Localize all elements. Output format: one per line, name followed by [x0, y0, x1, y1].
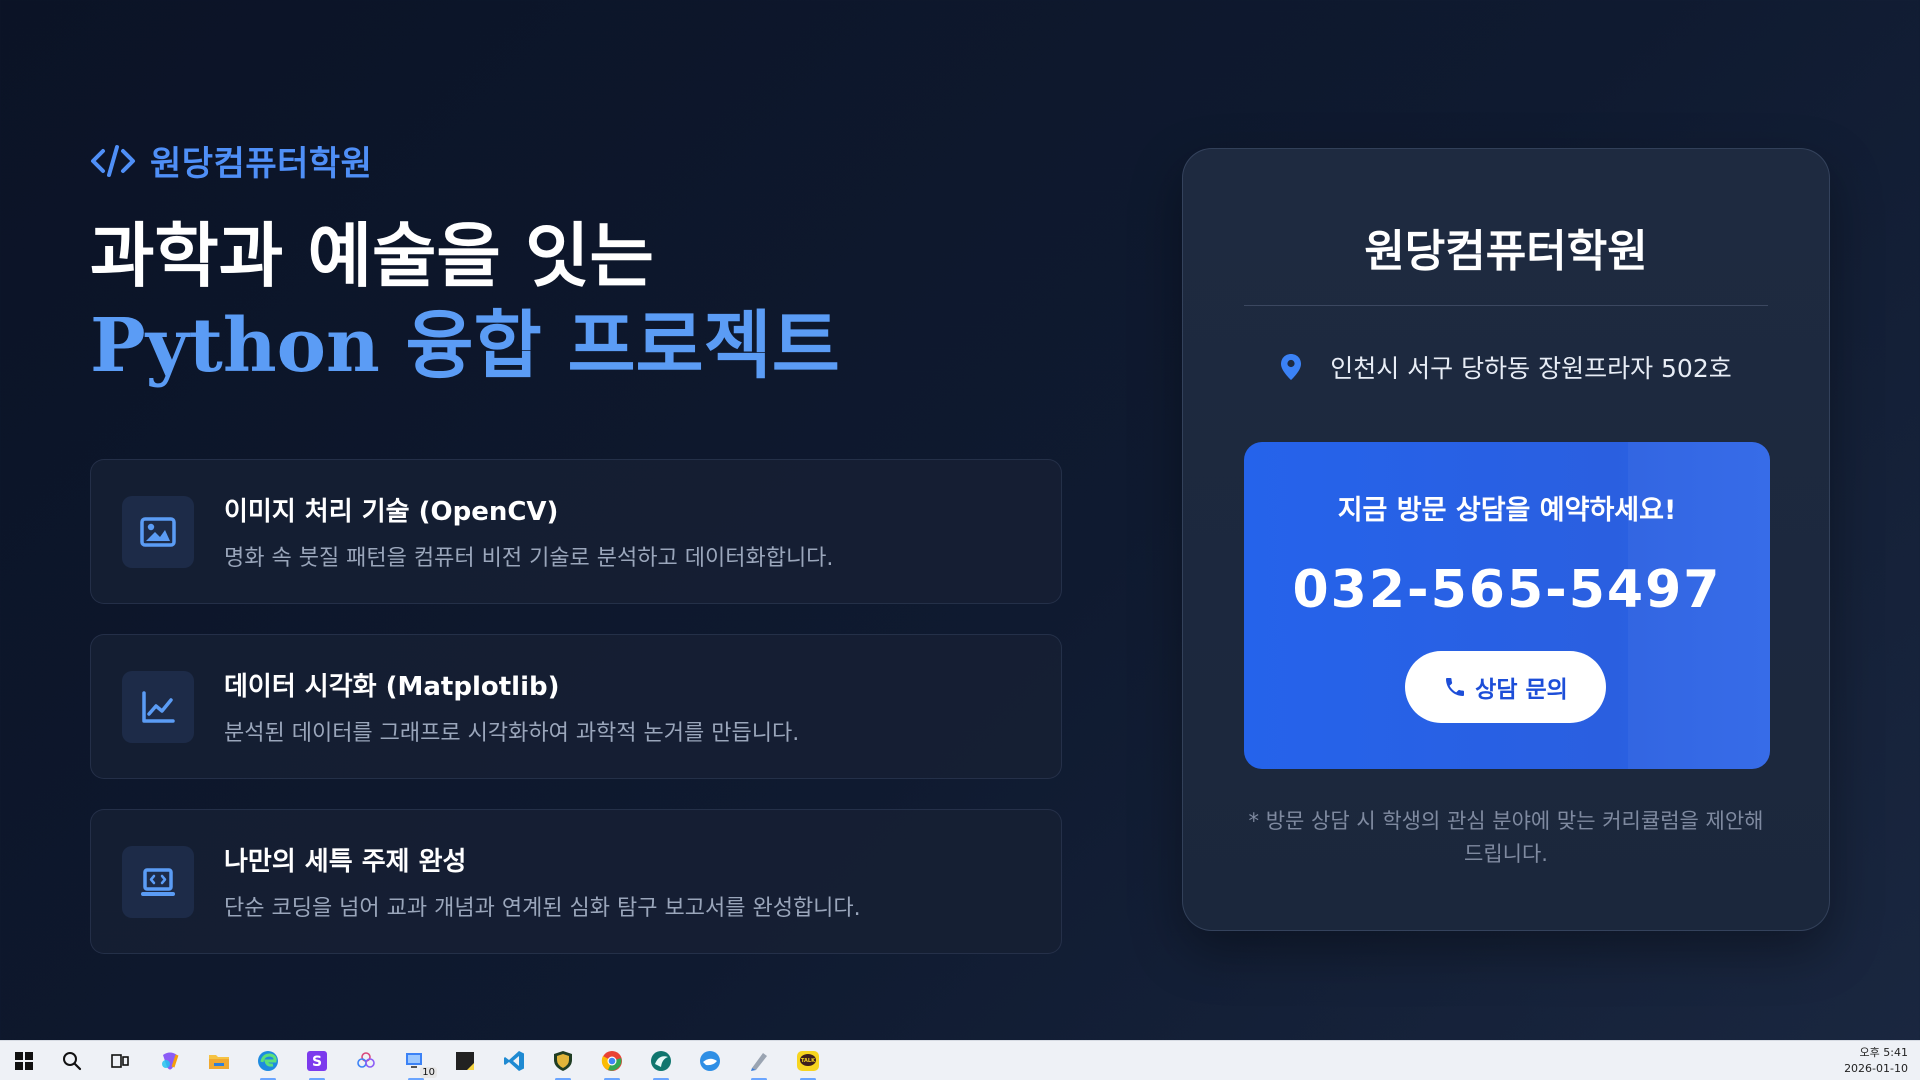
headline-line-2: Python 융합 프로젝트 [90, 303, 840, 389]
consultation-button-label: 상담 문의 [1475, 677, 1568, 703]
remote-desktop-icon[interactable]: 10 [402, 1047, 437, 1080]
brand: 원당컴퓨터학원 [90, 136, 372, 185]
feature-text: 나만의 세특 주제 완성 단순 코딩을 넘어 교과 개념과 연계된 심화 탐구 … [224, 841, 861, 922]
headline-line-1: 과학과 예술을 잇는 [90, 214, 654, 297]
app-s-icon[interactable]: S [303, 1047, 331, 1080]
app-pen-icon[interactable] [745, 1047, 773, 1080]
shield-app-icon[interactable] [549, 1047, 577, 1080]
consultation-cta: 지금 방문 상담을 예약하세요! 032-565-5497 상담 문의 [1244, 442, 1770, 769]
clock-date: 2026-01-10 [1844, 1062, 1908, 1075]
feature-description: 분석된 데이터를 그래프로 시각화하여 과학적 논거를 만듭니다. [224, 721, 800, 746]
edge-icon[interactable] [254, 1047, 282, 1080]
svg-text:S: S [312, 1054, 322, 1070]
search-icon[interactable] [58, 1047, 86, 1075]
feature-text: 데이터 시각화 (Matplotlib) 분석된 데이터를 그래프로 시각화하여… [224, 666, 799, 747]
map-pin-icon [1281, 354, 1302, 380]
svg-text:TALK: TALK [801, 1058, 816, 1064]
feature-description: 명화 속 붓질 패턴을 컴퓨터 비전 기술로 분석하고 데이터화합니다. [224, 546, 834, 571]
system-clock[interactable]: 오후 5:41 2026-01-10 [1844, 1045, 1908, 1077]
line-chart-icon [122, 670, 194, 743]
clock-time: 오후 5:41 [1859, 1046, 1908, 1059]
app-whale-icon[interactable] [696, 1047, 724, 1075]
windows-start-icon[interactable] [10, 1047, 38, 1075]
feature-title: 나만의 세특 주제 완성 [224, 847, 467, 877]
brand-name: 원당컴퓨터학원 [150, 144, 373, 184]
contact-card: 원당컴퓨터학원 인천시 서구 당하동 장원프라자 502호 지금 방문 상담을 … [1182, 148, 1830, 931]
landing-page: 원당컴퓨터학원 과학과 예술을 잇는 Python 융합 프로젝트 이미지 처리… [0, 0, 1920, 1040]
feature-description: 단순 코딩을 넘어 교과 개념과 연계된 심화 탐구 보고서를 완성합니다. [224, 896, 861, 921]
feature-list: 이미지 처리 기술 (OpenCV) 명화 속 붓질 패턴을 컴퓨터 비전 기술… [90, 459, 1062, 984]
app-swirl-icon[interactable] [647, 1047, 675, 1080]
feature-title: 데이터 시각화 (Matplotlib) [224, 672, 560, 702]
consultation-note: * 방문 상담 시 학생의 관심 분야에 맞는 커리큘럼을 제안해 드립니다. [1248, 809, 1764, 866]
consultation-button[interactable]: 상담 문의 [1405, 651, 1606, 723]
laptop-code-icon [122, 845, 194, 918]
app-flower-icon[interactable] [352, 1047, 380, 1075]
feature-card-opencv: 이미지 처리 기술 (OpenCV) 명화 속 붓질 패턴을 컴퓨터 비전 기술… [90, 459, 1062, 604]
feature-card-project: 나만의 세특 주제 완성 단순 코딩을 넘어 교과 개념과 연계된 심화 탐구 … [90, 809, 1062, 954]
copilot-icon[interactable] [156, 1047, 184, 1075]
task-view-icon[interactable] [106, 1047, 134, 1075]
vscode-icon[interactable] [500, 1047, 528, 1075]
code-brackets-icon [91, 144, 135, 177]
taskbar: S 10 TALK 오후 5:41 2026-01-10 [0, 1040, 1920, 1080]
address-text: 인천시 서구 당하동 장원프라자 502호 [1330, 354, 1732, 383]
phone-icon [1446, 678, 1465, 696]
sticky-notes-icon[interactable] [451, 1047, 479, 1075]
taskbar-badge: 10 [420, 1067, 437, 1078]
kakaotalk-icon[interactable]: TALK [794, 1047, 822, 1080]
cta-title: 지금 방문 상담을 예약하세요! [1337, 495, 1677, 526]
image-icon [122, 495, 194, 568]
headline: 과학과 예술을 잇는 Python 융합 프로젝트 [90, 212, 840, 392]
address: 인천시 서구 당하동 장원프라자 502호 [1183, 349, 1829, 385]
divider [1244, 305, 1768, 306]
feature-card-matplotlib: 데이터 시각화 (Matplotlib) 분석된 데이터를 그래프로 시각화하여… [90, 634, 1062, 779]
file-explorer-icon[interactable] [205, 1047, 233, 1075]
feature-text: 이미지 처리 기술 (OpenCV) 명화 속 붓질 패턴을 컴퓨터 비전 기술… [224, 491, 833, 572]
feature-title: 이미지 처리 기술 (OpenCV) [224, 497, 559, 527]
card-title: 원당컴퓨터학원 [1364, 226, 1648, 277]
phone-number[interactable]: 032-565-5497 [1244, 560, 1770, 620]
chrome-icon[interactable] [598, 1047, 626, 1080]
